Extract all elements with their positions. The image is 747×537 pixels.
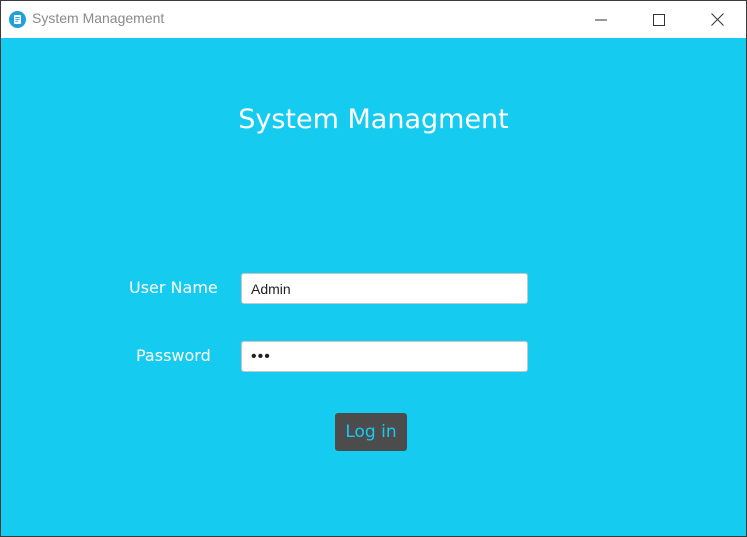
maximize-button[interactable]: [630, 1, 688, 38]
maximize-icon: [653, 13, 665, 26]
app-window: System Management System Managment User …: [0, 0, 747, 537]
username-field[interactable]: [241, 273, 528, 304]
login-button[interactable]: Log in: [335, 413, 407, 451]
login-panel: System Managment User Name Password Log …: [1, 38, 746, 536]
page-title: System Managment: [238, 104, 509, 135]
username-label: User Name: [129, 278, 218, 297]
close-button[interactable]: [688, 1, 746, 38]
title-bar[interactable]: System Management: [1, 1, 746, 38]
notepad-icon: [9, 11, 26, 28]
minimize-button[interactable]: [572, 1, 630, 38]
password-field[interactable]: [241, 341, 528, 372]
minimize-icon: [595, 19, 607, 20]
password-label: Password: [136, 346, 211, 365]
window-title: System Management: [32, 10, 165, 26]
close-icon: [710, 13, 724, 26]
